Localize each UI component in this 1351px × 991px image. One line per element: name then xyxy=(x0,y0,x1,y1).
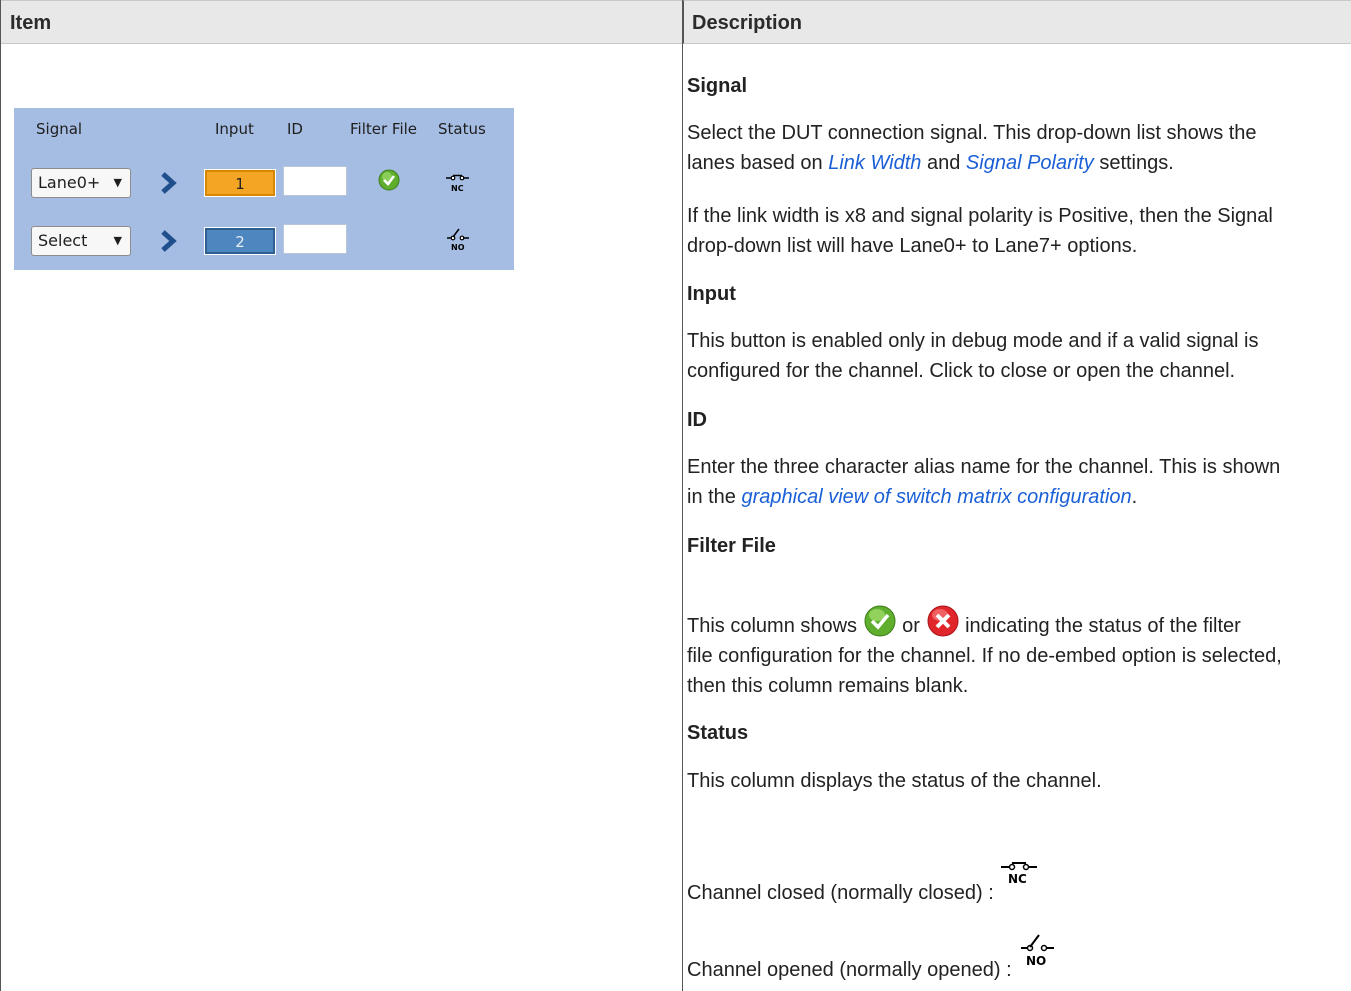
check-icon xyxy=(864,605,896,637)
signal-dropdown-value: Lane0+ xyxy=(38,173,101,192)
chevron-right-icon xyxy=(161,172,177,194)
column-header-item: Item xyxy=(0,0,682,44)
svg-text:NC: NC xyxy=(451,184,464,193)
channel-opened-line: Channel opened (normally opened) : NO xyxy=(687,930,1342,985)
panel-label-filter-file: Filter File xyxy=(350,120,418,138)
panel-label-status: Status xyxy=(438,120,486,138)
panel-label-signal: Signal xyxy=(36,120,83,138)
switch-closed-icon: NC xyxy=(446,174,469,193)
signal-paragraph-1: Select the DUT connection signal. This d… xyxy=(687,122,1257,174)
channel-closed-line: Channel closed (normally closed) : NC xyxy=(687,857,1342,908)
input-paragraph: This button is enabled only in debug mod… xyxy=(687,330,1259,382)
signal-paragraph-2: If the link width is x8 and signal polar… xyxy=(687,205,1273,257)
input-button-row1[interactable]: 1 xyxy=(204,169,276,197)
id-field-row1[interactable] xyxy=(283,166,347,196)
filter-file-heading: Filter File xyxy=(687,535,776,557)
dropdown-arrow-icon: ▼ xyxy=(113,234,122,247)
signal-dropdown-row1[interactable]: Lane0+ ▼ xyxy=(31,168,131,198)
id-heading: ID xyxy=(687,409,707,431)
error-icon xyxy=(927,605,959,637)
input-heading: Input xyxy=(687,283,736,305)
signal-heading: Signal xyxy=(687,75,748,97)
panel-label-id: ID xyxy=(287,120,303,138)
switch-open-icon: NO xyxy=(447,228,469,252)
dropdown-arrow-icon: ▼ xyxy=(113,176,122,189)
svg-text:NO: NO xyxy=(451,243,465,252)
check-icon xyxy=(378,169,400,191)
filter-file-paragraph: This column shows or indicating the stat… xyxy=(687,604,1342,701)
id-paragraph: Enter the three character alias name for… xyxy=(687,456,1281,508)
channel-config-panel: Signal Input ID Filter File Status Lane0… xyxy=(14,108,514,270)
column-divider xyxy=(682,0,683,991)
link-width-link[interactable]: Link Width xyxy=(828,152,921,174)
panel-label-input: Input xyxy=(215,120,254,138)
chevron-right-icon xyxy=(161,230,177,252)
signal-dropdown-row2[interactable]: Select ▼ xyxy=(31,226,131,256)
table-left-border xyxy=(0,0,1,991)
signal-dropdown-value: Select xyxy=(38,231,88,250)
signal-polarity-link[interactable]: Signal Polarity xyxy=(966,152,1094,174)
switch-closed-icon: NC xyxy=(1001,862,1038,886)
graphical-view-link[interactable]: graphical view of switch matrix configur… xyxy=(741,486,1131,508)
switch-open-icon: NO xyxy=(1021,934,1055,968)
document-table: Item Description Signal Input ID Filter … xyxy=(0,0,1351,991)
svg-text:NC: NC xyxy=(1008,872,1027,886)
input-button-row2[interactable]: 2 xyxy=(204,227,276,255)
status-heading: Status xyxy=(687,722,749,744)
svg-text:NO: NO xyxy=(1026,954,1046,968)
column-header-description: Description xyxy=(683,0,1351,44)
status-paragraph: This column displays the status of the c… xyxy=(687,770,1102,792)
id-field-row2[interactable] xyxy=(283,224,347,254)
